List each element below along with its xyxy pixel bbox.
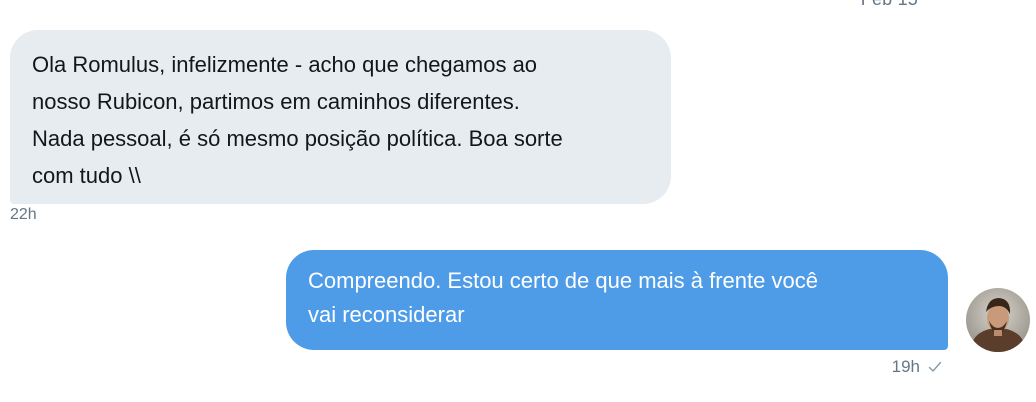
message-text-line: Compreendo. Estou certo de que mais à fr…	[308, 268, 818, 293]
received-message-bubble[interactable]: Ola Romulus, infelizmente - acho que che…	[10, 30, 671, 204]
received-message-time: 22h	[10, 206, 37, 223]
sent-message-meta: 19h	[892, 357, 942, 377]
sent-message-time: 19h	[891, 357, 920, 376]
message-text-line: Ola Romulus, infelizmente - acho que che…	[32, 52, 538, 77]
avatar[interactable]	[966, 288, 1030, 352]
message-text-line: vai reconsiderar	[308, 302, 465, 327]
message-text-line: nosso Rubicon, partimos em caminhos dife…	[32, 89, 520, 114]
top-timestamp: Feb 15	[861, 0, 918, 10]
checkmark-icon	[928, 361, 942, 372]
avatar-photo	[966, 288, 1030, 352]
message-text-line: Nada pessoal, é só mesmo posição polític…	[32, 126, 563, 151]
message-text-line: com tudo \\	[32, 163, 141, 188]
sent-message-bubble[interactable]: Compreendo. Estou certo de que mais à fr…	[286, 250, 948, 350]
